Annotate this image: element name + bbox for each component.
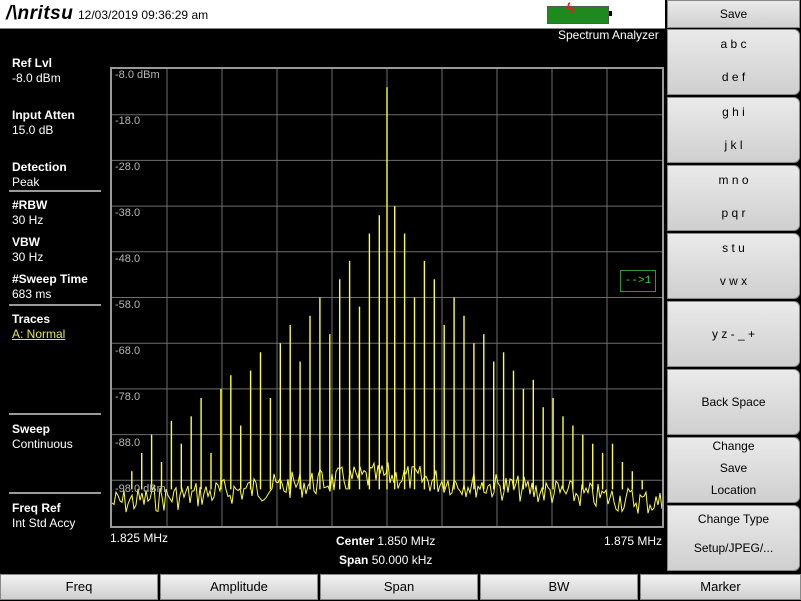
key-yz-symbols[interactable]: y z - _ +	[667, 301, 800, 367]
brand-logo: /\nritsu	[6, 3, 74, 24]
vbw-block: VBW 30 Hz	[12, 235, 43, 265]
detection-label: Detection	[12, 160, 67, 174]
battery-icon	[547, 6, 609, 24]
vbw-label: VBW	[12, 235, 40, 249]
marker-offscreen-indicator[interactable]: -->1	[620, 270, 656, 292]
battery-tip	[609, 11, 612, 16]
y-tick-label: -78.0	[115, 391, 141, 403]
key-mno: m n o	[718, 173, 749, 187]
input-atten-label: Input Atten	[12, 108, 75, 122]
x-start-label: 1.825 MHz	[110, 531, 169, 545]
change-type-label: Change Type	[697, 512, 770, 526]
traces-label: Traces	[12, 312, 51, 326]
save-label: Save	[719, 461, 748, 475]
key-mno-pqr[interactable]: m n o p q r	[667, 165, 800, 231]
y-tick-label: -38.0	[115, 207, 141, 219]
span-button[interactable]: Span	[320, 574, 478, 600]
spectrum-plot[interactable]: -8.0 dBm -18.0 -28.0 -38.0 -48.0 -58.0 -…	[110, 67, 664, 528]
divider	[9, 492, 101, 494]
spectrum-trace-svg	[112, 69, 662, 526]
span-value: 50.000 kHz	[371, 553, 433, 567]
center-label: Center	[336, 534, 375, 548]
ref-level-label: Ref Lvl	[12, 56, 53, 70]
span-readout: Span 50.000 kHz	[339, 553, 432, 567]
change-type-button[interactable]: Change Type Setup/JPEG/...	[667, 505, 800, 571]
center-value: 1.850 MHz	[377, 534, 436, 548]
sweep-label: Sweep	[12, 422, 51, 436]
detection-block: Detection Peak	[12, 160, 67, 190]
rbw-label: #RBW	[12, 198, 48, 212]
y-tick-label: -58.0	[115, 299, 141, 311]
freq-ref-label: Freq Ref	[12, 501, 61, 515]
key-abc: a b c	[720, 37, 747, 51]
y-tick-label: -48.0	[115, 253, 141, 265]
divider	[9, 304, 101, 306]
x-stop-label: 1.875 MHz	[604, 534, 663, 548]
traces-block: Traces A: Normal	[12, 312, 65, 342]
amplitude-button[interactable]: Amplitude	[160, 574, 318, 600]
y-tick-label: -8.0 dBm	[115, 69, 160, 81]
freq-ref-value: Int Std Accy	[12, 516, 76, 530]
key-ghi: g h i	[722, 105, 745, 119]
input-atten-value: 15.0 dB	[12, 123, 54, 137]
key-stu-vwx[interactable]: s t u v w x	[667, 233, 800, 299]
bw-button[interactable]: BW	[480, 574, 638, 600]
softkey-menu-title: Save	[667, 0, 800, 28]
change-label: Change	[712, 439, 755, 453]
key-stu: s t u	[722, 241, 745, 255]
sweep-time-value: 683 ms	[12, 287, 52, 301]
y-tick-label: -18.0	[115, 115, 141, 127]
change-save-location-button[interactable]: Change Save Location	[667, 437, 800, 503]
span-label: Span	[339, 553, 369, 567]
location-label: Location	[710, 483, 757, 497]
key-ghi-jkl[interactable]: g h i j k l	[667, 97, 800, 163]
y-tick-label: -28.0	[115, 161, 141, 173]
divider	[9, 413, 101, 415]
input-atten-block: Input Atten 15.0 dB	[12, 108, 75, 138]
sweep-time-label: #Sweep Time	[12, 272, 88, 286]
divider	[9, 190, 101, 192]
ref-level-block: Ref Lvl -8.0 dBm	[12, 56, 61, 86]
datetime: 12/03/2019 09:36:29 am	[78, 8, 209, 22]
mode-label: Spectrum Analyzer	[558, 28, 659, 42]
back-space-label: Back Space	[701, 395, 766, 409]
vbw-value: 30 Hz	[12, 250, 44, 264]
y-tick-label: -88.0	[115, 437, 141, 449]
y-tick-label: -68.0	[115, 345, 141, 357]
sweep-block: Sweep Continuous	[12, 422, 73, 452]
marker-button[interactable]: Marker	[640, 574, 801, 600]
sweep-value: Continuous	[12, 437, 73, 451]
center-freq: Center 1.850 MHz	[336, 534, 435, 548]
key-def: d e f	[721, 70, 746, 84]
back-space-button[interactable]: Back Space	[667, 369, 800, 435]
ref-level-value: -8.0 dBm	[12, 71, 61, 85]
freq-ref-block: Freq Ref Int Std Accy	[12, 501, 75, 531]
detection-value: Peak	[12, 175, 40, 189]
menu-title: Save	[719, 7, 748, 21]
key-pqr: p q r	[721, 206, 746, 220]
status-bar: /\nritsu 12/03/2019 09:36:29 am ϟ	[0, 0, 665, 29]
key-vwx: v w x	[719, 274, 748, 288]
charging-bolt-icon: ϟ	[566, 1, 575, 18]
rbw-value: 30 Hz	[12, 213, 44, 227]
sweep-time-block: #Sweep Time 683 ms	[12, 272, 88, 302]
key-abc-def[interactable]: a b c d e f	[667, 29, 800, 95]
trace-a-link[interactable]: A: Normal	[12, 327, 65, 342]
y-tick-label: -98.0 dBm	[115, 483, 166, 495]
key-jkl: j k l	[724, 138, 743, 152]
freq-button[interactable]: Freq	[0, 574, 158, 600]
rbw-block: #RBW 30 Hz	[12, 198, 47, 228]
setup-jpeg-label: Setup/JPEG/...	[693, 541, 774, 555]
key-yz: y z - _ +	[711, 327, 755, 341]
